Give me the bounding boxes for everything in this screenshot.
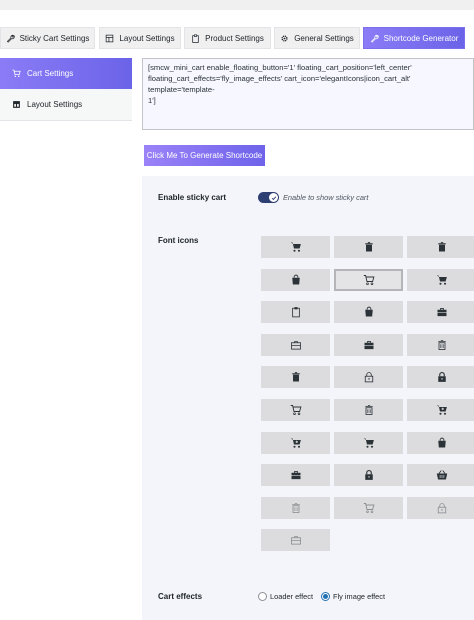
- wrench-icon: [6, 34, 15, 43]
- font-icon-option[interactable]: [407, 431, 474, 454]
- font-icon-option[interactable]: [407, 399, 474, 421]
- settings-tabs: Sticky Cart Settings Layout Settings Pro…: [0, 27, 474, 49]
- font-icon-option[interactable]: [334, 399, 403, 421]
- trash-solid-icon: [436, 241, 448, 253]
- trash-solid-icon: [363, 241, 375, 253]
- cart-solid-icon: [436, 274, 448, 286]
- tab-label: Product Settings: [205, 33, 264, 43]
- font-icon-option[interactable]: [261, 399, 330, 421]
- briefcase-solid-icon: [363, 339, 375, 351]
- lock-solid-icon: [436, 371, 448, 383]
- font-icon-option[interactable]: [261, 268, 330, 291]
- font-icon-option[interactable]: [407, 301, 474, 324]
- sticky-cart-description: Enable to show sticky cart: [283, 193, 369, 202]
- tab-shortcode-generator[interactable]: Shortcode Generator: [363, 27, 465, 49]
- fly-image-effect-option[interactable]: Fly image effect: [321, 592, 385, 601]
- font-icons-label: Font icons: [158, 236, 199, 245]
- trash-outline-icon: [363, 404, 375, 416]
- font-icon-option[interactable]: [407, 496, 474, 519]
- cart-plus-solid-icon: [436, 404, 448, 416]
- tab-layout-settings[interactable]: Layout Settings: [99, 27, 181, 49]
- generate-shortcode-button[interactable]: Click Me To Generate Shortcode: [144, 145, 265, 166]
- tab-label: Layout Settings: [119, 33, 175, 43]
- sticky-cart-label: Enable sticky cart: [158, 193, 227, 202]
- cart-icon: [12, 69, 21, 78]
- sidebar: Cart Settings Layout Settings: [0, 58, 132, 121]
- font-icon-option[interactable]: [407, 236, 474, 258]
- trash-outline-icon: [290, 502, 302, 514]
- font-icon-option[interactable]: [334, 333, 403, 356]
- font-icon-option[interactable]: [261, 464, 330, 487]
- font-icon-option[interactable]: [407, 464, 474, 487]
- briefcase-outline-icon: [290, 534, 302, 546]
- tab-label: General Settings: [294, 33, 354, 43]
- lock-outline-icon: [436, 502, 448, 514]
- sticky-cart-toggle[interactable]: [258, 192, 279, 203]
- font-icon-option[interactable]: [334, 464, 403, 487]
- layout-icon: [105, 34, 114, 43]
- font-icon-option[interactable]: [334, 366, 403, 389]
- font-icon-option[interactable]: [261, 431, 330, 454]
- tab-product-settings[interactable]: Product Settings: [184, 27, 271, 49]
- font-icon-option[interactable]: [334, 236, 403, 258]
- loader-effect-option[interactable]: Loader effect: [258, 592, 313, 601]
- font-icon-option[interactable]: [261, 366, 330, 389]
- font-icon-option[interactable]: [407, 333, 474, 356]
- cart-solid-icon: [363, 437, 375, 449]
- sidebar-divider: [0, 120, 132, 121]
- loader-effect-radio[interactable]: [258, 592, 267, 601]
- briefcase-solid-icon: [290, 469, 302, 481]
- cart-solid-icon: [290, 241, 302, 253]
- sidebar-item-cart-settings[interactable]: Cart Settings: [0, 58, 132, 89]
- tab-general-settings[interactable]: General Settings: [274, 27, 360, 49]
- radio-label: Loader effect: [270, 592, 314, 601]
- radio-label: Fly image effect: [333, 592, 386, 601]
- briefcase-outline-icon: [290, 339, 302, 351]
- shopping-bag-solid-icon: [436, 437, 448, 449]
- gear-icon: [280, 34, 289, 43]
- font-icon-option[interactable]: [261, 333, 330, 356]
- cart-outline-icon: [363, 274, 375, 286]
- check-icon: [271, 195, 277, 201]
- sidebar-item-label: Layout Settings: [27, 100, 83, 109]
- shopping-bag-solid-icon: [290, 274, 302, 286]
- briefcase-solid-icon: [436, 306, 448, 318]
- font-icon-option[interactable]: [261, 236, 330, 258]
- font-icon-option[interactable]: [407, 268, 474, 291]
- trash-solid-icon: [290, 371, 302, 383]
- trash-outline-icon: [436, 339, 448, 351]
- font-icon-option[interactable]: [334, 431, 403, 454]
- cart-outline-icon: [290, 404, 302, 416]
- font-icon-option[interactable]: [334, 301, 403, 324]
- font-icon-option[interactable]: [261, 529, 330, 552]
- tab-label: Sticky Cart Settings: [19, 33, 90, 43]
- fly-image-effect-radio[interactable]: [321, 592, 330, 601]
- clipboard-outline-icon: [290, 306, 302, 318]
- tab-sticky-cart-settings[interactable]: Sticky Cart Settings: [0, 27, 95, 49]
- font-icon-option[interactable]: [334, 496, 403, 519]
- sidebar-item-layout-settings[interactable]: Layout Settings: [0, 89, 132, 120]
- cart-effects-label: Cart effects: [158, 592, 203, 601]
- tab-label: Shortcode Generator: [383, 33, 459, 43]
- clipboard-icon: [191, 34, 200, 43]
- shopping-bag-solid-icon: [363, 306, 375, 318]
- wrench-icon: [370, 34, 379, 43]
- basket-solid-icon: [436, 469, 448, 481]
- font-icon-option[interactable]: [261, 496, 330, 519]
- top-strip: [0, 0, 474, 10]
- font-icon-option[interactable]: [407, 366, 474, 389]
- cart-plus-solid-icon: [290, 437, 302, 449]
- sidebar-item-label: Cart Settings: [27, 69, 74, 78]
- layout-icon: [12, 100, 21, 109]
- shortcode-textarea[interactable]: [smcw_mini_cart enable_floating_button='…: [142, 58, 474, 130]
- font-icon-option[interactable]: [334, 268, 403, 291]
- font-icon-option[interactable]: [261, 301, 330, 324]
- lock-outline-icon: [363, 371, 375, 383]
- lock-solid-icon: [363, 469, 375, 481]
- cart-outline-icon: [363, 502, 375, 514]
